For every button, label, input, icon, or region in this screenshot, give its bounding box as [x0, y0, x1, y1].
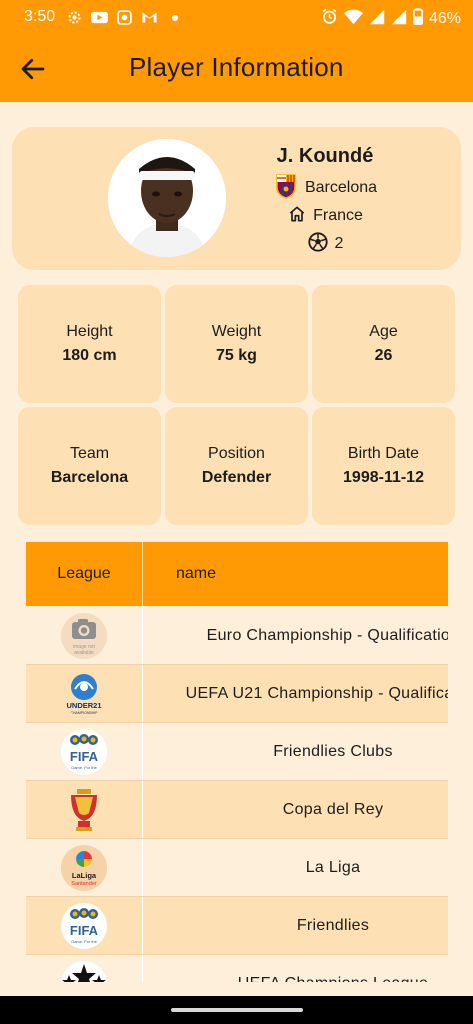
player-number-line: 2	[250, 230, 400, 258]
gmail-icon	[141, 9, 158, 26]
player-country-line: France	[250, 202, 400, 230]
soccer-ball-icon	[307, 231, 329, 258]
logo-caption: CHAMPIONSHIP	[70, 711, 98, 715]
league-logo-cell: UNDER21 CHAMPIONSHIP	[26, 665, 143, 722]
camera-icon	[116, 9, 133, 26]
table-row[interactable]: FIFA Game. For the Friendlies	[26, 897, 448, 955]
alarm-icon	[321, 8, 338, 30]
logo-caption: available	[74, 650, 94, 656]
table-row[interactable]: FIFA Game. For the Friendlies Clubs	[26, 723, 448, 781]
home-gesture-handle[interactable]	[171, 1008, 303, 1012]
more-notifications-dot-icon	[166, 9, 183, 26]
copa-del-rey-logo	[61, 787, 107, 833]
app-bar: Player Information	[0, 34, 473, 102]
logo-caption: UNDER21	[66, 701, 101, 710]
league-name: Copa del Rey	[282, 800, 384, 818]
league-logo-cell: FIFA Game. For the	[26, 897, 143, 954]
table-row[interactable]: UEFA Champions League	[26, 955, 448, 982]
logo-caption: Game. For the	[71, 765, 98, 770]
stat-value: Defender	[201, 469, 272, 486]
stat-card-height: Height 180 cm	[18, 285, 161, 403]
status-time: 3:50	[24, 8, 56, 25]
league-table[interactable]: League name image not available Euro Cha…	[26, 542, 448, 982]
player-profile-card: J. Koundé Barcelona France 2	[12, 127, 461, 270]
player-details: J. Koundé Barcelona France 2	[250, 145, 400, 258]
status-bar: 3:50 46%	[0, 0, 473, 34]
table-header: League name	[26, 542, 448, 606]
player-club: Barcelona	[304, 179, 378, 196]
page-title: Player Information	[129, 52, 344, 82]
league-name: La Liga	[305, 858, 361, 876]
back-arrow-icon	[21, 58, 45, 80]
league-logo-cell	[26, 955, 143, 982]
image-not-available-icon: image not available	[61, 612, 107, 659]
stat-label: Birth Date	[347, 445, 420, 462]
stat-value: 1998-11-12	[343, 469, 424, 486]
signal-secondary-icon	[391, 9, 407, 30]
youtube-icon	[91, 9, 108, 26]
league-name: UEFA Champions League	[143, 955, 448, 983]
stat-label: Position	[208, 445, 265, 462]
league-name: Euro Championship - Qualification	[206, 626, 448, 644]
league-logo-cell: FIFA Game. For the	[26, 723, 143, 780]
stat-card-weight: Weight 75 kg	[165, 285, 308, 403]
stat-value: 26	[374, 347, 393, 364]
system-status: 46%	[321, 8, 461, 30]
stat-value: Barcelona	[50, 469, 129, 486]
league-logo-cell: image not available	[26, 607, 143, 664]
home-icon	[287, 204, 307, 229]
battery-icon	[412, 8, 423, 30]
stat-label: Age	[369, 323, 398, 340]
fifa-logo: FIFA Game. For the	[61, 902, 107, 949]
column-header-league[interactable]: League	[26, 542, 143, 606]
league-name: Friendlies Clubs	[273, 742, 393, 760]
stat-value: 75 kg	[216, 347, 257, 364]
wifi-icon	[343, 8, 363, 30]
uefa-u21-logo: UNDER21 CHAMPIONSHIP	[61, 671, 107, 717]
league-logo-cell: LaLiga Santander	[26, 839, 143, 896]
stat-label: Height	[66, 323, 113, 340]
league-name: Friendlies	[296, 916, 370, 934]
table-row[interactable]: UNDER21 CHAMPIONSHIP UEFA U21 Championsh…	[26, 665, 448, 723]
player-country: France	[313, 207, 363, 224]
settings-gear-icon	[66, 9, 83, 26]
fifa-logo: FIFA Game. For the	[61, 728, 107, 775]
stat-label: Team	[69, 445, 110, 462]
table-row[interactable]: Copa del Rey	[26, 781, 448, 839]
stat-card-birth-date: Birth Date 1998-11-12	[312, 407, 455, 525]
fc-barcelona-crest-icon	[273, 173, 299, 204]
player-club-line: Barcelona	[250, 173, 400, 204]
stat-label: Weight	[211, 323, 262, 340]
league-name: UEFA U21 Championship - Qualification	[185, 684, 448, 702]
signal-icon	[369, 9, 385, 30]
table-row[interactable]: image not available Euro Championship - …	[26, 607, 448, 665]
table-row[interactable]: LaLiga Santander La Liga	[26, 839, 448, 897]
logo-caption: FIFA	[70, 923, 99, 938]
logo-caption: Game. For the	[71, 939, 98, 944]
logo-caption: Santander	[71, 881, 97, 887]
logo-caption: LaLiga	[72, 871, 97, 880]
stat-card-team: Team Barcelona	[18, 407, 161, 525]
battery-percentage: 46%	[428, 10, 461, 27]
notification-icons	[66, 9, 183, 26]
league-logo-cell	[26, 781, 143, 838]
player-name: J. Koundé	[276, 145, 374, 167]
player-number: 2	[334, 235, 344, 252]
stat-card-position: Position Defender	[165, 407, 308, 525]
stat-card-age: Age 26	[312, 285, 455, 403]
system-navigation-bar	[0, 996, 473, 1024]
stat-value: 180 cm	[62, 347, 117, 364]
back-button[interactable]	[18, 54, 48, 84]
player-avatar	[108, 139, 226, 257]
champions-league-logo	[61, 960, 107, 982]
logo-caption: FIFA	[70, 749, 99, 764]
laliga-logo: LaLiga Santander	[61, 844, 107, 891]
column-header-name[interactable]: name	[176, 542, 216, 606]
